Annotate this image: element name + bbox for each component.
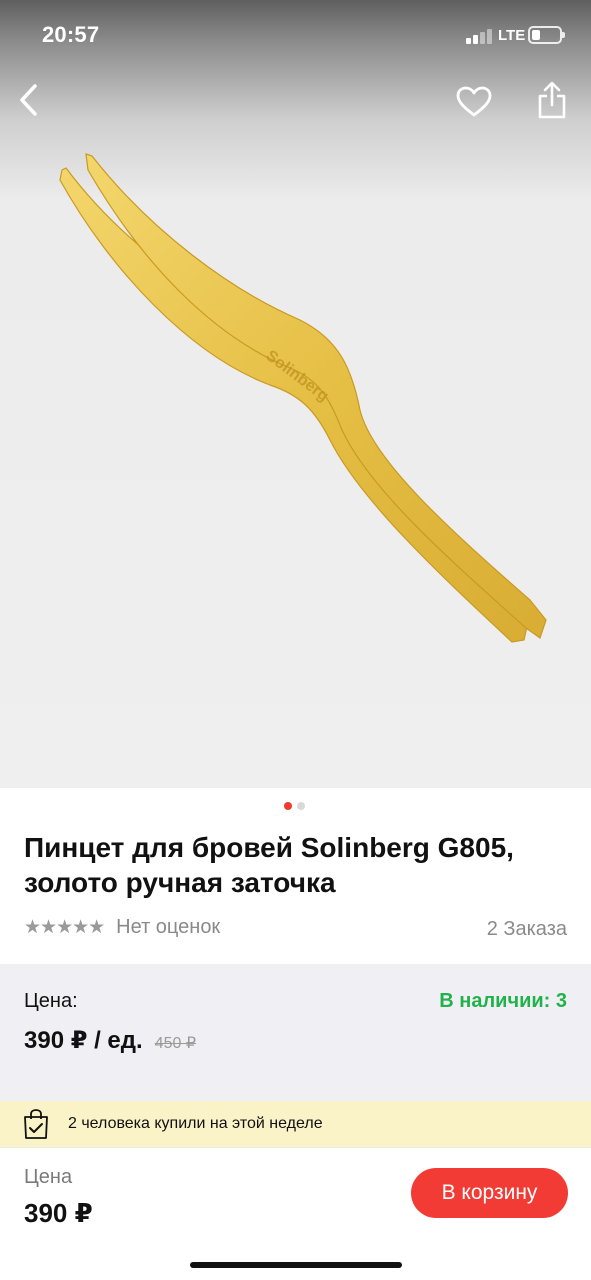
chevron-left-icon <box>20 84 37 116</box>
rating-text: Нет оценок <box>116 916 221 938</box>
product-gallery[interactable]: 20:57 LTE Solinberg <box>0 0 591 788</box>
gallery-pagination[interactable] <box>284 802 305 810</box>
rating[interactable]: ★★★★★ Нет оценок <box>24 916 220 939</box>
shopping-bag-check-icon <box>24 1109 48 1139</box>
stock-status: В наличии: 3 <box>439 990 567 1012</box>
gallery-dot-active[interactable] <box>284 802 292 810</box>
price-block: Цена: В наличии: 3 390 ₽ / ед. 450 ₽ <box>0 964 591 1101</box>
old-price: 450 ₽ <box>154 1035 196 1052</box>
bottom-bar: Цена 390 ₽ В корзину <box>0 1147 591 1280</box>
star-rating-icon: ★★★★★ <box>24 917 105 938</box>
share-button[interactable] <box>530 78 574 122</box>
status-time: 20:57 <box>42 22 100 47</box>
home-indicator[interactable] <box>190 1262 402 1268</box>
share-icon <box>538 81 566 119</box>
battery-icon <box>528 26 565 44</box>
heart-icon <box>456 86 492 117</box>
promo-text: 2 человека купили на этой неделе <box>68 1115 323 1132</box>
bottom-price: 390 ₽ <box>24 1198 93 1228</box>
add-to-cart-button[interactable]: В корзину <box>411 1168 568 1218</box>
price-label: Цена: <box>24 990 78 1012</box>
signal-icon <box>466 28 494 44</box>
network-type: LTE <box>498 27 526 44</box>
product-info: Пинцет для бровей Solinberg G805, золото… <box>0 788 591 964</box>
product-title: Пинцет для бровей Solinberg G805, золото… <box>24 832 514 898</box>
orders-count: 2 Заказа <box>486 918 567 940</box>
unit-price: 390 ₽ / ед. <box>24 1027 143 1054</box>
gallery-dot[interactable] <box>297 802 305 810</box>
favorite-button[interactable] <box>452 80 496 124</box>
promo-banner: 2 человека купили на этой неделе <box>0 1101 591 1147</box>
status-bar: 20:57 LTE <box>0 0 591 70</box>
bottom-price-label: Цена <box>24 1166 73 1188</box>
product-image: Solinberg <box>59 153 547 643</box>
back-button[interactable] <box>8 78 48 122</box>
price-row: 390 ₽ / ед. 450 ₽ <box>24 1026 196 1055</box>
